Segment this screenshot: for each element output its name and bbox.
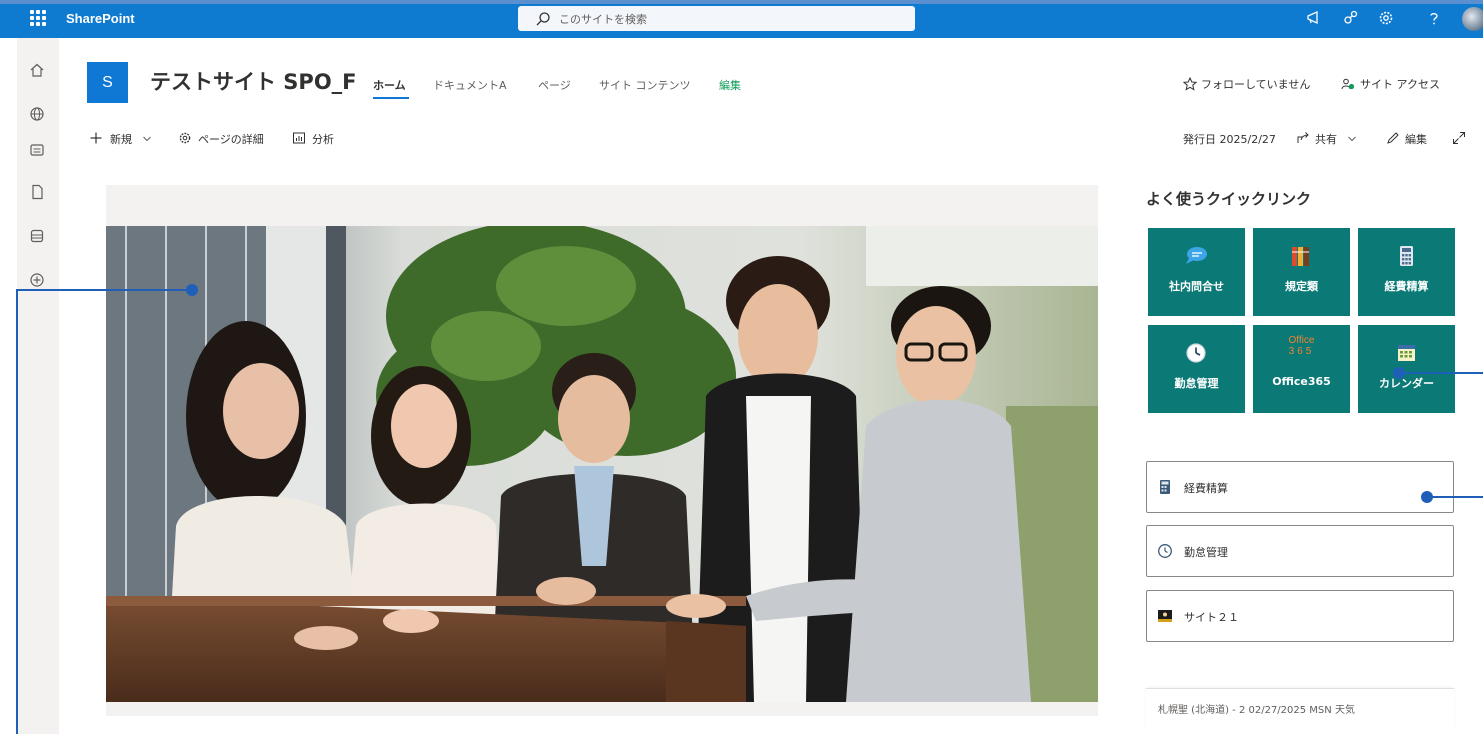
sharepoint-network-icon[interactable]: [1342, 9, 1360, 27]
quick-link-list-site21[interactable]: サイト２１: [1146, 590, 1454, 642]
quick-link-tile-expenses[interactable]: 経費精算: [1358, 228, 1455, 316]
site-logo[interactable]: S: [87, 62, 128, 103]
weather-text: 札幌聖 (北海道) - 2 02/27/2025 MSN 天気: [1158, 705, 1355, 716]
page-details-button[interactable]: ページの詳細: [198, 131, 264, 147]
annotation-dot: [186, 284, 198, 296]
edit-button[interactable]: 編集: [1405, 131, 1427, 147]
home-icon[interactable]: [29, 62, 45, 78]
published-date: 発行日 2025/2/27: [1183, 133, 1276, 146]
globe-icon[interactable]: [29, 106, 45, 122]
news-icon[interactable]: [29, 142, 45, 158]
site-title[interactable]: テストサイト SPO_F: [150, 66, 357, 96]
annotation-dot: [1393, 367, 1405, 379]
app-bar: [17, 38, 59, 734]
office-logo-bottom: 365: [1288, 346, 1315, 357]
site-access-button[interactable]: サイト アクセス: [1360, 76, 1440, 92]
tile-label: 規定類: [1285, 280, 1318, 293]
site-thumbnail-icon: [1158, 610, 1172, 622]
gear-icon[interactable]: [1377, 9, 1395, 27]
app-name[interactable]: SharePoint: [66, 11, 135, 26]
create-icon[interactable]: [29, 272, 45, 288]
new-button-label: 新規: [110, 133, 132, 146]
lists-icon[interactable]: [29, 228, 45, 244]
annotation-line: [16, 289, 191, 291]
nav-site-contents[interactable]: サイト コンテンツ: [599, 77, 691, 93]
share-button[interactable]: 共有: [1315, 131, 1337, 147]
chevron-down-icon[interactable]: [1345, 132, 1359, 146]
tile-label: 勤怠管理: [1174, 377, 1219, 390]
clock-icon: [1186, 343, 1206, 363]
tile-label: 経費精算: [1384, 280, 1429, 293]
annotation-line: [1398, 372, 1483, 374]
quick-link-tile-attendance[interactable]: 勤怠管理: [1148, 325, 1245, 413]
quick-link-list-expenses[interactable]: 経費精算: [1146, 461, 1454, 513]
quick-link-tile-inquiry[interactable]: 社内問合せ: [1148, 228, 1245, 316]
annotation-line: [16, 290, 18, 734]
document-icon[interactable]: [29, 184, 45, 200]
list-link-label: サイト２１: [1184, 611, 1239, 624]
people-icon[interactable]: [1341, 77, 1355, 91]
analytics-button[interactable]: 分析: [312, 131, 334, 147]
expand-icon[interactable]: [1452, 131, 1466, 145]
quick-link-list-attendance[interactable]: 勤怠管理: [1146, 525, 1454, 577]
office-logo-top: Office: [1288, 335, 1315, 346]
quick-link-tile-office365[interactable]: Office 365 Office365: [1253, 325, 1350, 413]
quick-links-title: よく使うクイックリンク: [1146, 190, 1312, 208]
weather-web-part[interactable]: 札幌聖 (北海道) - 2 02/27/2025 MSN 天気: [1146, 688, 1454, 732]
calendar-icon: [1398, 345, 1415, 361]
annotation-dot: [1421, 491, 1433, 503]
nav-documents-a[interactable]: ドキュメントA: [433, 77, 507, 93]
megaphone-icon[interactable]: [1305, 9, 1323, 27]
quick-link-tile-calendar[interactable]: カレンダー: [1358, 325, 1455, 413]
nav-edit-link[interactable]: 編集: [719, 77, 741, 93]
follow-button[interactable]: フォローしていません: [1201, 76, 1310, 92]
sharepoint-page: SharePoint このサイトを検索 S テストサイト SPO_F ホーム ド…: [0, 0, 1483, 734]
nav-home[interactable]: ホーム: [373, 77, 406, 93]
analytics-icon[interactable]: [292, 131, 306, 145]
nav-active-indicator: [373, 97, 409, 99]
new-button[interactable]: 新規: [110, 131, 132, 147]
quick-link-tile-regulations[interactable]: 規定類: [1253, 228, 1350, 316]
search-input[interactable]: このサイトを検索: [559, 11, 647, 27]
calculator-icon: [1160, 480, 1170, 494]
plus-icon[interactable]: [89, 131, 103, 145]
list-link-label: 勤怠管理: [1184, 546, 1228, 559]
tile-label: カレンダー: [1379, 377, 1434, 390]
avatar[interactable]: [1462, 7, 1483, 31]
tile-label: 社内問合せ: [1169, 280, 1224, 293]
star-icon[interactable]: [1183, 77, 1197, 91]
clock-icon: [1158, 544, 1172, 558]
gear-icon[interactable]: [178, 131, 192, 145]
pencil-icon[interactable]: [1386, 131, 1400, 145]
chevron-down-icon[interactable]: [140, 132, 154, 146]
help-icon[interactable]: [1425, 9, 1443, 27]
binders-icon: [1292, 247, 1309, 266]
chat-bubble-icon: [1186, 247, 1207, 264]
nav-pages[interactable]: ページ: [538, 77, 571, 93]
hero-image[interactable]: [106, 226, 1098, 702]
search-box[interactable]: このサイトを検索: [518, 6, 915, 31]
app-launcher-icon[interactable]: [30, 10, 46, 26]
calculator-icon: [1400, 246, 1413, 266]
share-icon[interactable]: [1296, 131, 1310, 145]
list-link-label: 経費精算: [1184, 482, 1228, 495]
office365-icon: Office 365: [1253, 335, 1350, 357]
annotation-line: [1426, 496, 1483, 498]
suite-bar: SharePoint このサイトを検索: [0, 0, 1483, 38]
search-icon: [536, 12, 550, 26]
tile-label: Office365: [1272, 375, 1331, 388]
